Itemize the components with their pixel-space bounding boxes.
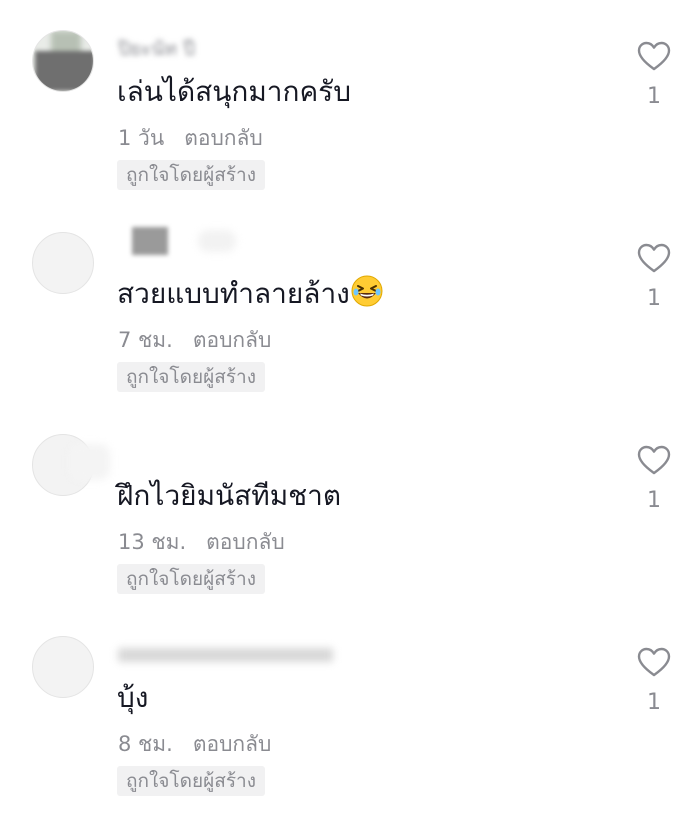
reply-button[interactable]: ตอบกลับ	[206, 530, 285, 554]
like-button[interactable]: 1	[634, 444, 674, 514]
liked-by-creator-badge: ถูกใจโดยผู้สร้าง	[117, 564, 265, 594]
comment-item: ปิยะนัท ปี เล่นได้สนุกมากครับ 1 วัน ตอบกล…	[0, 0, 700, 202]
liked-by-creator-badge: ถูกใจโดยผู้สร้าง	[117, 160, 265, 190]
username-redacted	[132, 227, 168, 255]
avatar[interactable]	[32, 636, 94, 698]
comment-meta: 1 วัน ตอบกลับ	[118, 122, 263, 155]
reply-button[interactable]: ตอบกลับ	[193, 328, 272, 352]
reply-button[interactable]: ตอบกลับ	[193, 732, 272, 756]
comment-time: 8 ชม.	[118, 732, 173, 756]
comment-meta: 13 ชม. ตอบกลับ	[118, 526, 285, 559]
like-count: 1	[647, 286, 661, 311]
comment-text: เล่นได้สนุกมากครับ	[117, 75, 351, 108]
comment-item: บุ้ง 8 ชม. ตอบกลับ ถูกใจโดยผู้สร้าง 1	[0, 606, 700, 808]
username-redacted	[70, 444, 110, 480]
avatar[interactable]	[32, 232, 94, 294]
heart-outline-icon[interactable]	[636, 242, 672, 274]
comment-meta: 8 ชม. ตอบกลับ	[118, 728, 271, 761]
comment-item: สวยแบบทำลายล้าง 7 ชม. ตอบกลับ ถูกใจโดยผู้…	[0, 202, 700, 404]
liked-by-creator-badge: ถูกใจโดยผู้สร้าง	[117, 362, 265, 392]
comment-text: บุ้ง	[117, 681, 149, 714]
comment-item: ฝึกไวยิมนัสทีมชาต 13 ชม. ตอบกลับ ถูกใจโดย…	[0, 404, 700, 606]
comment-meta: 7 ชม. ตอบกลับ	[118, 324, 271, 357]
like-count: 1	[647, 690, 661, 715]
comment-text-content: สวยแบบทำลายล้าง	[117, 277, 350, 310]
comment-username[interactable]: ปิยะนัท ปี	[118, 34, 195, 60]
like-button[interactable]: 1	[634, 40, 674, 110]
comment-text: ฝึกไวยิมนัสทีมชาต	[117, 479, 342, 512]
like-count: 1	[647, 488, 661, 513]
heart-outline-icon[interactable]	[636, 40, 672, 72]
like-button[interactable]: 1	[634, 242, 674, 312]
like-count: 1	[647, 84, 661, 109]
avatar[interactable]	[32, 30, 94, 92]
comment-text: สวยแบบทำลายล้าง	[117, 272, 383, 316]
heart-outline-icon[interactable]	[636, 444, 672, 476]
comment-time: 1 วัน	[118, 126, 165, 150]
heart-outline-icon[interactable]	[636, 646, 672, 678]
username-redacted	[118, 648, 333, 662]
like-button[interactable]: 1	[634, 646, 674, 716]
liked-by-creator-badge: ถูกใจโดยผู้สร้าง	[117, 766, 265, 796]
username-redacted	[198, 230, 236, 252]
comment-time: 7 ชม.	[118, 328, 173, 352]
reply-button[interactable]: ตอบกลับ	[184, 126, 263, 150]
comment-time: 13 ชม.	[118, 530, 187, 554]
grinning-squinting-face-emoji	[351, 275, 383, 307]
